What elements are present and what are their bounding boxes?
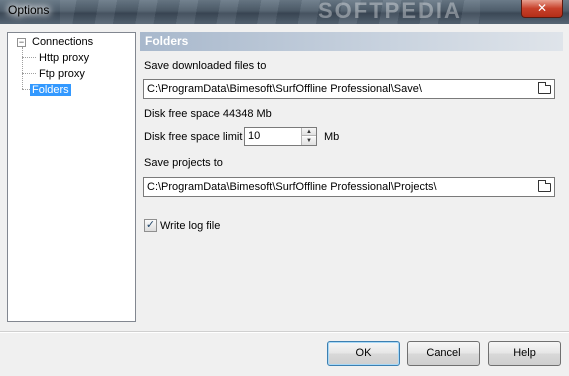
- stepper-up-icon[interactable]: ▲: [302, 128, 316, 136]
- save-downloaded-label: Save downloaded files to: [144, 60, 267, 72]
- cancel-button[interactable]: Cancel: [407, 341, 480, 366]
- collapse-icon[interactable]: −: [17, 38, 26, 47]
- help-button[interactable]: Help: [488, 341, 561, 366]
- tree-item-connections[interactable]: Connections: [32, 35, 93, 50]
- save-projects-label: Save projects to: [144, 157, 223, 169]
- disk-free-limit-value: 10: [248, 130, 261, 142]
- tree-item-label: Folders: [30, 84, 71, 96]
- tree-item-http-proxy[interactable]: Http proxy: [39, 51, 89, 66]
- title-watermark: SOFTPEDIA: [318, 0, 462, 23]
- tree-item-label: Http proxy: [39, 52, 90, 64]
- tree-line: [22, 73, 36, 74]
- button-divider: [0, 331, 569, 333]
- disk-free-space-text: Disk free space 44348 Mb: [144, 108, 272, 120]
- window-title: Options: [8, 3, 50, 17]
- tree-line: [22, 89, 30, 90]
- stepper-buttons: ▲ ▼: [301, 128, 316, 145]
- tree-item-ftp-proxy[interactable]: Ftp proxy: [39, 67, 85, 82]
- tree-line: [22, 47, 23, 89]
- browse-save-button[interactable]: [534, 80, 554, 98]
- disk-free-limit-label: Disk free space limit: [144, 131, 243, 143]
- disk-free-limit-stepper[interactable]: 10 ▲ ▼: [244, 127, 317, 146]
- write-log-label[interactable]: Write log file: [160, 220, 220, 232]
- tree-item-label: Ftp proxy: [39, 68, 85, 80]
- close-button[interactable]: ✕: [521, 0, 563, 18]
- panel-header: Folders: [140, 32, 563, 51]
- title-bar[interactable]: SOFTPEDIA Options ✕: [0, 0, 569, 24]
- tree-item-label: Connections: [32, 36, 94, 48]
- save-downloaded-path-field[interactable]: C:\ProgramData\Bimesoft\SurfOffline Prof…: [143, 79, 555, 99]
- folder-open-icon: [537, 81, 551, 94]
- ok-button[interactable]: OK: [327, 341, 400, 366]
- folder-open-icon: [537, 179, 551, 192]
- write-log-checkbox[interactable]: ✓: [144, 219, 157, 232]
- tree-line: [22, 57, 36, 58]
- options-tree[interactable]: − Connections Http proxy Ftp proxy Folde…: [7, 32, 136, 322]
- browse-projects-button[interactable]: [534, 178, 554, 196]
- close-icon: ✕: [536, 1, 548, 15]
- disk-free-limit-unit: Mb: [324, 131, 340, 143]
- tree-item-folders[interactable]: Folders: [30, 83, 71, 98]
- stepper-down-icon[interactable]: ▼: [302, 137, 316, 145]
- save-projects-path-field[interactable]: C:\ProgramData\Bimesoft\SurfOffline Prof…: [143, 177, 555, 197]
